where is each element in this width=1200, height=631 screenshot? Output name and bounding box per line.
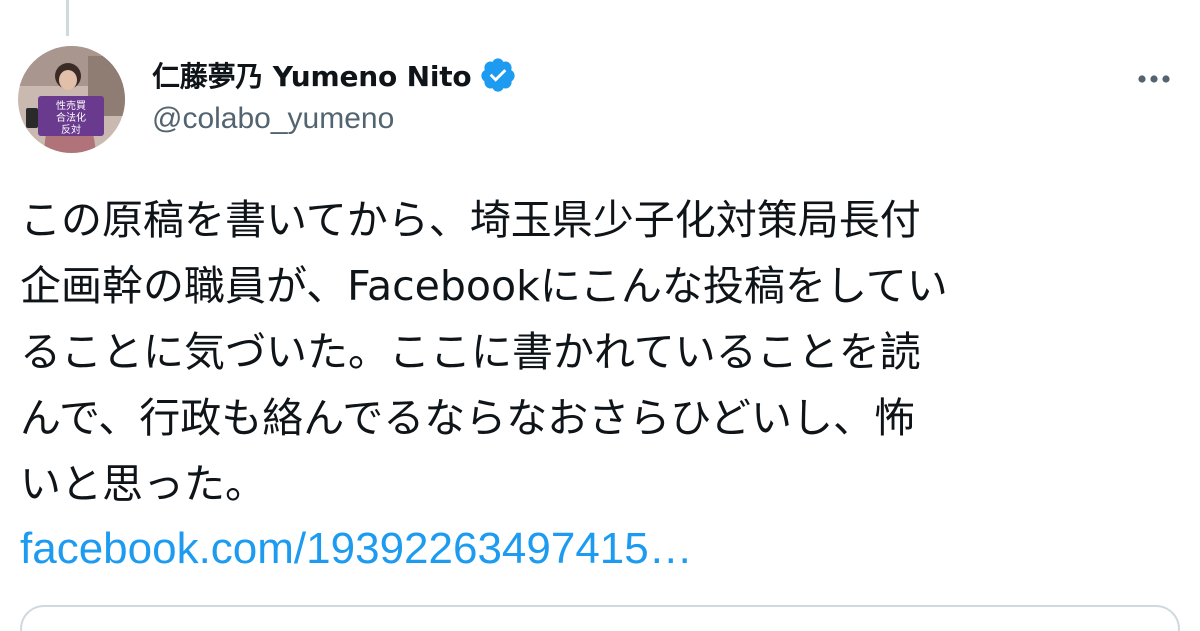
tweet-text-line: いと思った。 bbox=[20, 460, 266, 508]
more-horizontal-icon bbox=[1137, 69, 1171, 88]
tweet-text-line: この原稿を書いてから、埼玉県少子化対策局長付 bbox=[20, 196, 921, 244]
thread-connector-line bbox=[66, 0, 69, 36]
avatar-sign-line-3: 反対 bbox=[61, 123, 81, 136]
tweet-text-line: ることに気づいた。ここに書かれていることを読 bbox=[20, 328, 921, 376]
tweet-text-line: 企画幹の職員が、Facebookにこんな投稿をしてい bbox=[20, 262, 948, 310]
link-card-preview-edge[interactable] bbox=[20, 605, 1180, 631]
author-handle[interactable]: @colabo_yumeno bbox=[152, 102, 394, 136]
tweet-text: この原稿を書いてから、埼玉県少子化対策局長付 企画幹の職員が、Facebookに… bbox=[20, 187, 1180, 517]
verified-badge-icon bbox=[479, 56, 517, 94]
more-options-button[interactable] bbox=[1126, 58, 1182, 98]
author-name-row: 仁藤夢乃 Yumeno Nito bbox=[152, 52, 517, 98]
tweet-text-line: んで、行政も絡んでるならなおさらひどいし、怖 bbox=[20, 394, 916, 442]
tweet-link[interactable]: facebook.com/1939226349741​5… bbox=[20, 521, 693, 577]
avatar-sign-line-1: 性売買 bbox=[56, 99, 86, 112]
avatar-photo: 性売買 合法化 反対 bbox=[18, 46, 125, 153]
avatar-sign-line-2: 合法化 bbox=[56, 111, 86, 124]
display-name[interactable]: 仁藤夢乃 Yumeno Nito bbox=[152, 55, 472, 95]
avatar[interactable]: 性売買 合法化 反対 bbox=[18, 46, 125, 153]
